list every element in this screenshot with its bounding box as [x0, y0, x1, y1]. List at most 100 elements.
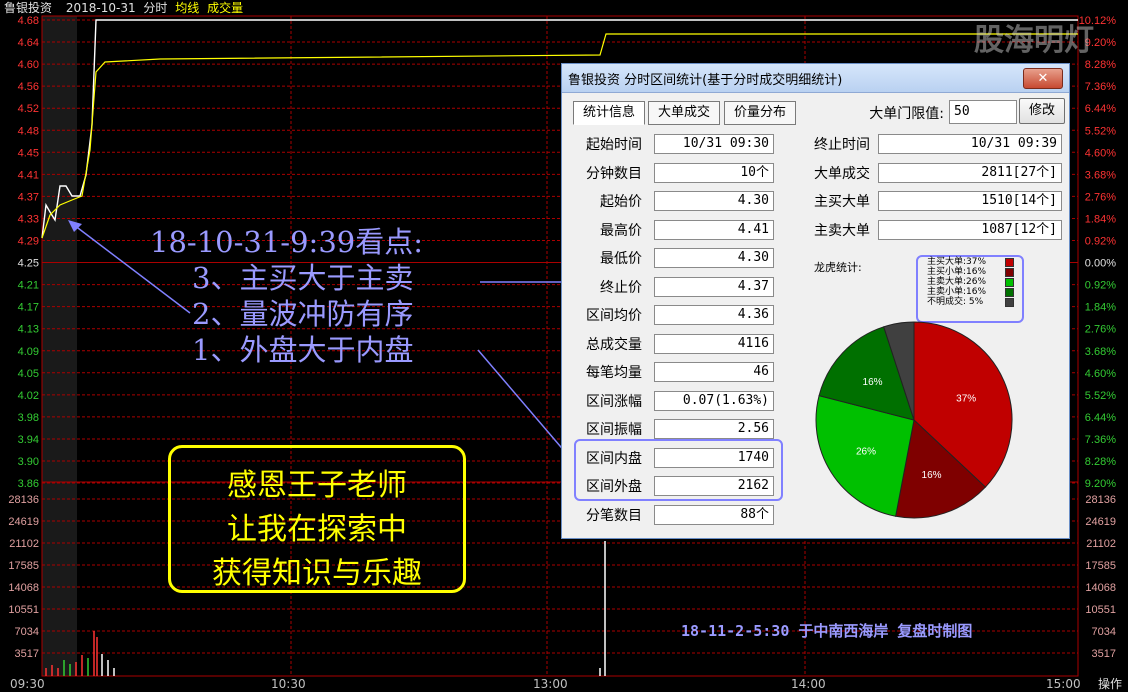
pct-tick: 8.28% [1085, 456, 1116, 468]
volume-tick: 21102 [9, 538, 39, 550]
legend-item-unknown: 不明成交: 5% [918, 297, 1022, 307]
pct-tick: 4.60% [1085, 147, 1116, 159]
stat-label: 起始时间 [586, 137, 642, 153]
legend-item-sell-large: 主卖大单:26% [918, 277, 1022, 287]
price-tick: 4.41 [18, 169, 39, 181]
price-tick: 4.17 [18, 302, 39, 314]
stat-label: 起始价 [600, 194, 642, 210]
annotation-line-1: 3、主买大于主卖 [192, 261, 414, 295]
tab-large-orders[interactable]: 大单成交 [648, 101, 720, 125]
volume-tick: 28136 [8, 494, 39, 506]
price-tick: 4.60 [18, 59, 39, 71]
stat-label: 区间振幅 [586, 422, 642, 438]
pct-tick: 0.00% [1085, 258, 1116, 270]
price-tick: 4.09 [18, 346, 39, 358]
stat-label: 每笔均量 [586, 365, 642, 381]
annotation-line-2: 2、量波冲防有序 [192, 297, 414, 331]
volume-tick: 24619 [8, 516, 39, 528]
pct-tick: 3.68% [1085, 169, 1116, 181]
tab-stats[interactable]: 统计信息 [573, 101, 645, 125]
price-tick: 4.64 [18, 37, 39, 49]
stat-value: 0.07(1.63%) [654, 390, 774, 411]
legend-swatch [1005, 288, 1014, 297]
stat-value: 10个 [654, 162, 774, 183]
legend-item-buy-large: 主买大单:37% [918, 257, 1022, 267]
volume-tick: 10551 [8, 604, 39, 616]
price-tick: 4.02 [18, 390, 39, 402]
time-1400: 14:00 [791, 677, 826, 691]
time-1300: 13:00 [533, 677, 568, 691]
pct-tick: 1.84% [1085, 213, 1116, 225]
stat-value: 2811[27个] [878, 162, 1062, 183]
dialog-titlebar[interactable]: 鲁银投资 分时区间统计(基于分时成交明细统计) ✕ [562, 64, 1069, 93]
price-tick: 4.52 [18, 103, 39, 115]
stat-label: 终止价 [600, 279, 642, 296]
operate-button[interactable]: 操作 [1098, 676, 1122, 692]
price-tick: 4.37 [18, 191, 39, 203]
price-tick: 4.33 [18, 213, 39, 225]
pct-tick: 1.84% [1085, 302, 1116, 314]
stat-value: 10/31 09:30 [654, 134, 774, 154]
stock-name: 鲁银投资 [4, 1, 53, 15]
stat-value: 4116 [654, 333, 774, 354]
volume-tick-right: 17585 [1085, 560, 1116, 572]
thanks-line-3: 获得知识与乐趣 [212, 556, 422, 591]
volume-tick: 3517 [15, 648, 39, 660]
pct-tick: 0.92% [1085, 236, 1116, 248]
price-tick: 3.98 [18, 412, 39, 424]
thanks-box: 感恩王子老师 让我在探索中 获得知识与乐趣 [168, 445, 466, 593]
stat-label: 最高价 [600, 222, 642, 239]
chart-date: 2018-10-31 [65, 1, 136, 15]
price-tick: 3.86 [18, 478, 39, 490]
time-1030: 10:30 [271, 677, 306, 691]
stat-label: 分笔数目 [586, 507, 642, 524]
stat-value: 1087[12个] [878, 219, 1062, 240]
interval-stats-dialog: 鲁银投资 分时区间统计(基于分时成交明细统计) ✕ 统计信息 大单成交 价量分布… [561, 63, 1070, 539]
stat-value: 4.30 [654, 248, 774, 268]
stat-value: 4.36 [654, 305, 774, 325]
pie-slice-label: 37% [956, 393, 976, 404]
price-tick: 4.48 [18, 125, 39, 137]
volume-tick-right: 21102 [1086, 538, 1116, 550]
dialog-title: 鲁银投资 分时区间统计(基于分时成交明细统计) [568, 73, 843, 88]
stat-label: 总成交量 [586, 336, 642, 353]
price-tick: 4.13 [18, 324, 39, 336]
price-tick: 4.05 [18, 368, 39, 380]
pct-tick: 8.28% [1085, 59, 1116, 71]
stat-value: 4.37 [654, 276, 774, 297]
volume-tick-right: 7034 [1092, 626, 1116, 638]
price-tick: 4.29 [18, 236, 39, 248]
volume-tick-right: 28136 [1085, 494, 1116, 506]
pct-tick: 6.44% [1085, 412, 1116, 424]
pct-tick: 2.76% [1085, 191, 1116, 203]
stat-label: 主卖大单 [814, 222, 870, 239]
threshold-input[interactable]: 50 [949, 100, 1017, 124]
tab-price-volume[interactable]: 价量分布 [724, 101, 796, 125]
close-button[interactable]: ✕ [1023, 68, 1063, 89]
volume-tick: 17585 [8, 560, 39, 572]
pct-tick: 3.68% [1085, 346, 1116, 358]
stat-label: 主买大单 [814, 194, 870, 210]
legend-swatch [1005, 298, 1014, 307]
chart-header: 鲁银投资 2018-10-31 分时 均线 成交量 [0, 0, 1128, 16]
stat-label: 分钟数目 [586, 165, 642, 182]
pct-tick: 0.92% [1085, 280, 1116, 292]
threshold-label: 大单门限值: [869, 106, 944, 122]
pct-tick: 6.44% [1085, 103, 1116, 115]
credit-text: 18-11-2-5:30 于中南西海岸 复盘时制图 [681, 622, 973, 640]
price-tick: 3.94 [18, 434, 39, 446]
legend-swatch [1005, 268, 1014, 277]
arrow-to-highlight [477, 349, 573, 461]
pct-tick: 5.52% [1085, 125, 1116, 137]
opening-shade [42, 16, 77, 676]
price-tick: 4.56 [18, 81, 39, 93]
stat-value: 2.56 [654, 419, 774, 439]
stat-label: 大单成交 [814, 165, 870, 182]
pct-tick: 7.36% [1085, 434, 1116, 446]
pie-slice-label: 26% [856, 446, 876, 457]
stat-value: 10/31 09:39 [878, 134, 1062, 154]
modify-button[interactable]: 修改 [1019, 98, 1065, 124]
thanks-line-1: 感恩王子老师 [227, 468, 407, 503]
stat-value: 1510[14个] [878, 191, 1062, 211]
volume-tick-right: 14068 [1085, 582, 1116, 594]
